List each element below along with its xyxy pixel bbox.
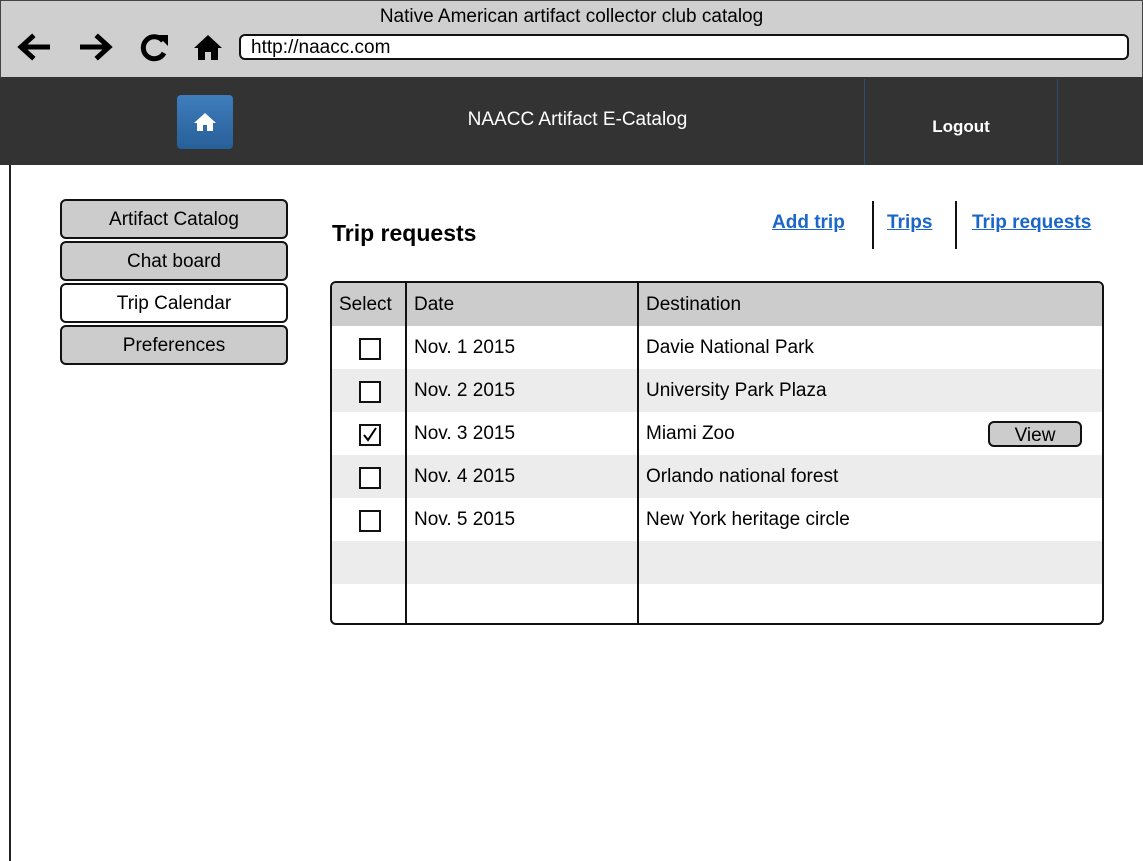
browser-chrome: Native American artifact collector club … [0, 0, 1143, 79]
column-header-date: Date [414, 294, 455, 315]
row-checkbox[interactable] [359, 510, 381, 532]
trip-requests-table: Select Date Destination Nov. 1 2015 Davi… [330, 281, 1104, 625]
link-separator [955, 201, 957, 249]
arrow-right-icon [80, 33, 113, 61]
table-row: Nov. 2 2015 University Park Plaza [332, 369, 1102, 412]
column-divider [637, 283, 639, 623]
home-icon [194, 35, 222, 60]
back-button[interactable] [15, 32, 51, 62]
link-separator [872, 201, 874, 249]
row-checkbox[interactable] [359, 381, 381, 403]
table-row: Nov. 1 2015 Davie National Park [332, 326, 1102, 369]
row-checkbox[interactable] [359, 338, 381, 360]
app-header: NAACC Artifact E-Catalog Logout [0, 79, 1143, 165]
page-frame-border [9, 165, 11, 861]
app-title: NAACC Artifact E-Catalog [467, 109, 688, 130]
home-icon [194, 113, 216, 131]
window-title: Native American artifact collector club … [379, 6, 764, 27]
reload-button[interactable] [137, 32, 173, 62]
table-row: Nov. 5 2015 New York heritage circle [332, 498, 1102, 541]
row-date: Nov. 5 2015 [414, 509, 516, 530]
sidebar-item-trip-calendar[interactable]: Trip Calendar [60, 283, 288, 323]
row-destination: Orlando national forest [646, 466, 839, 487]
arrow-left-icon [17, 33, 50, 61]
add-trip-link[interactable]: Add trip [772, 212, 845, 234]
forward-button[interactable] [79, 32, 115, 62]
table-row: Nov. 4 2015 Orlando national forest [332, 455, 1102, 498]
trip-links: Add trip Trips Trip requests [0, 201, 1143, 249]
logout-button[interactable]: Logout [864, 79, 1058, 165]
row-checkbox-checked[interactable] [359, 424, 381, 446]
table-row: Nov. 3 2015 Miami Zoo View [332, 412, 1102, 455]
reload-icon [140, 34, 168, 62]
row-date: Nov. 4 2015 [414, 466, 516, 487]
column-divider [405, 283, 407, 623]
row-destination: Miami Zoo [646, 423, 735, 444]
url-input[interactable]: http://naacc.com [239, 34, 1129, 60]
row-destination: New York heritage circle [646, 509, 850, 530]
column-header-destination: Destination [646, 294, 742, 315]
app-home-button[interactable] [177, 95, 233, 149]
row-checkbox[interactable] [359, 467, 381, 489]
checkmark-icon [363, 427, 377, 442]
row-date: Nov. 2 2015 [414, 380, 516, 401]
trips-link[interactable]: Trips [887, 212, 932, 234]
column-header-select: Select [339, 294, 392, 315]
row-date: Nov. 3 2015 [414, 423, 516, 444]
sidebar-item-preferences[interactable]: Preferences [60, 325, 288, 365]
row-destination: University Park Plaza [646, 380, 827, 401]
table-row-empty [332, 584, 1102, 623]
row-destination: Davie National Park [646, 337, 814, 358]
table-row-empty [332, 541, 1102, 584]
row-date: Nov. 1 2015 [414, 337, 516, 358]
home-button[interactable] [192, 32, 224, 62]
table-header-row: Select Date Destination [332, 283, 1102, 326]
trip-requests-link[interactable]: Trip requests [972, 212, 1091, 234]
view-button[interactable]: View [988, 421, 1082, 447]
